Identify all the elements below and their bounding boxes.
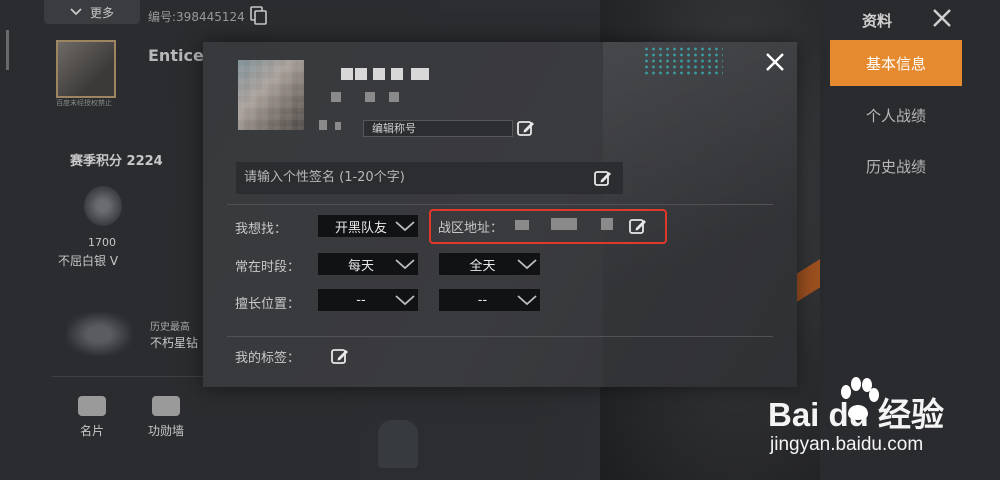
redacted-name	[341, 68, 353, 80]
redacted-name	[411, 68, 429, 80]
chevron-down-icon	[70, 8, 82, 16]
history-rank-label: 历史最高	[150, 322, 190, 333]
chevron-down-icon	[395, 295, 415, 306]
region-label: 战区地址：	[438, 221, 504, 236]
id-card-icon	[78, 396, 106, 416]
redacted-info	[365, 92, 375, 102]
chevron-down-icon	[517, 259, 537, 270]
nickname-field[interactable]: 编辑称号	[363, 120, 513, 137]
rank-name: 不屈白银 V	[58, 254, 119, 268]
position-label: 擅长位置：	[235, 297, 301, 312]
tags-label: 我的标签：	[235, 351, 301, 366]
rank-points: 1700	[88, 236, 116, 249]
more-button[interactable]: 更多	[44, 0, 140, 24]
copy-icon[interactable]	[250, 6, 268, 26]
redacted-region	[551, 218, 577, 230]
position-value-1: --	[356, 292, 366, 308]
active-days-value: 每天	[347, 258, 374, 274]
redacted-info	[331, 92, 341, 102]
divider	[227, 204, 773, 205]
active-hours-select[interactable]: 全天	[438, 252, 541, 276]
decorative-specks	[643, 46, 723, 76]
watermark-brand: Bai du 经验	[768, 396, 945, 433]
redacted-info	[335, 122, 341, 130]
scroll-indicator[interactable]	[6, 30, 9, 70]
achievement-wall-button[interactable]: 功勋墙	[146, 396, 186, 439]
season-score: 赛季积分 2224	[70, 154, 163, 169]
rank-emblem-icon	[84, 186, 122, 226]
top-bar: 更多 编号:398445124	[0, 0, 820, 32]
redacted-name	[355, 68, 367, 80]
position-value-2: --	[477, 292, 488, 308]
looking-for-value: 开黑队友	[334, 220, 387, 236]
close-icon[interactable]	[763, 50, 787, 74]
avatar-caption: 百度未经授权禁止	[56, 99, 112, 107]
redacted-region	[515, 220, 529, 230]
edit-icon[interactable]	[593, 168, 613, 188]
position-select-2[interactable]: --	[438, 288, 541, 312]
looking-for-select[interactable]: 开黑队友	[317, 214, 419, 238]
active-days-select[interactable]: 每天	[317, 252, 419, 276]
card-label: 名片	[79, 424, 104, 438]
card-button[interactable]: 名片	[72, 396, 112, 439]
history-rank-value: 不朽星钻	[150, 336, 199, 350]
menu-item-personal-stats[interactable]: 个人战绩	[830, 92, 962, 138]
looking-for-label: 我想找：	[235, 222, 288, 237]
redacted-info	[389, 92, 399, 102]
edit-icon[interactable]	[628, 216, 648, 236]
profile-edit-dialog: 编辑称号 请输入个性签名 (1-20个字) 我想找： 开黑队友 战区地址： 常在…	[203, 42, 797, 387]
chevron-down-icon	[517, 295, 537, 306]
more-label: 更多	[89, 5, 114, 20]
chevron-down-icon	[395, 259, 415, 270]
redacted-info	[319, 120, 327, 130]
divider	[227, 336, 773, 337]
watermark-url: jingyan.baidu.com	[770, 434, 924, 455]
active-time-label: 常在时段：	[235, 260, 301, 275]
divider	[52, 376, 212, 377]
close-icon[interactable]	[930, 6, 954, 30]
avatar[interactable]	[56, 40, 116, 98]
menu-item-history-stats[interactable]: 历史战绩	[830, 143, 962, 189]
menu-item-basic-info[interactable]: 基本信息	[830, 40, 962, 86]
player-id: 编号:398445124	[148, 10, 245, 24]
history-rank-emblem-icon	[66, 312, 132, 356]
chevron-down-icon	[395, 221, 415, 232]
edit-icon[interactable]	[516, 118, 536, 138]
active-hours-value: 全天	[469, 258, 496, 274]
redacted-name	[391, 68, 403, 80]
signature-field[interactable]: 请输入个性签名 (1-20个字)	[236, 162, 623, 194]
helmet-icon	[378, 420, 418, 468]
panel-title: 资料	[862, 12, 893, 30]
achievement-wall-label: 功勋墙	[147, 424, 184, 438]
edit-icon[interactable]	[330, 346, 350, 366]
trophy-icon	[152, 396, 180, 416]
redacted-region	[601, 218, 613, 230]
avatar[interactable]	[238, 60, 304, 130]
position-select-1[interactable]: --	[317, 288, 419, 312]
redacted-name	[373, 68, 385, 80]
